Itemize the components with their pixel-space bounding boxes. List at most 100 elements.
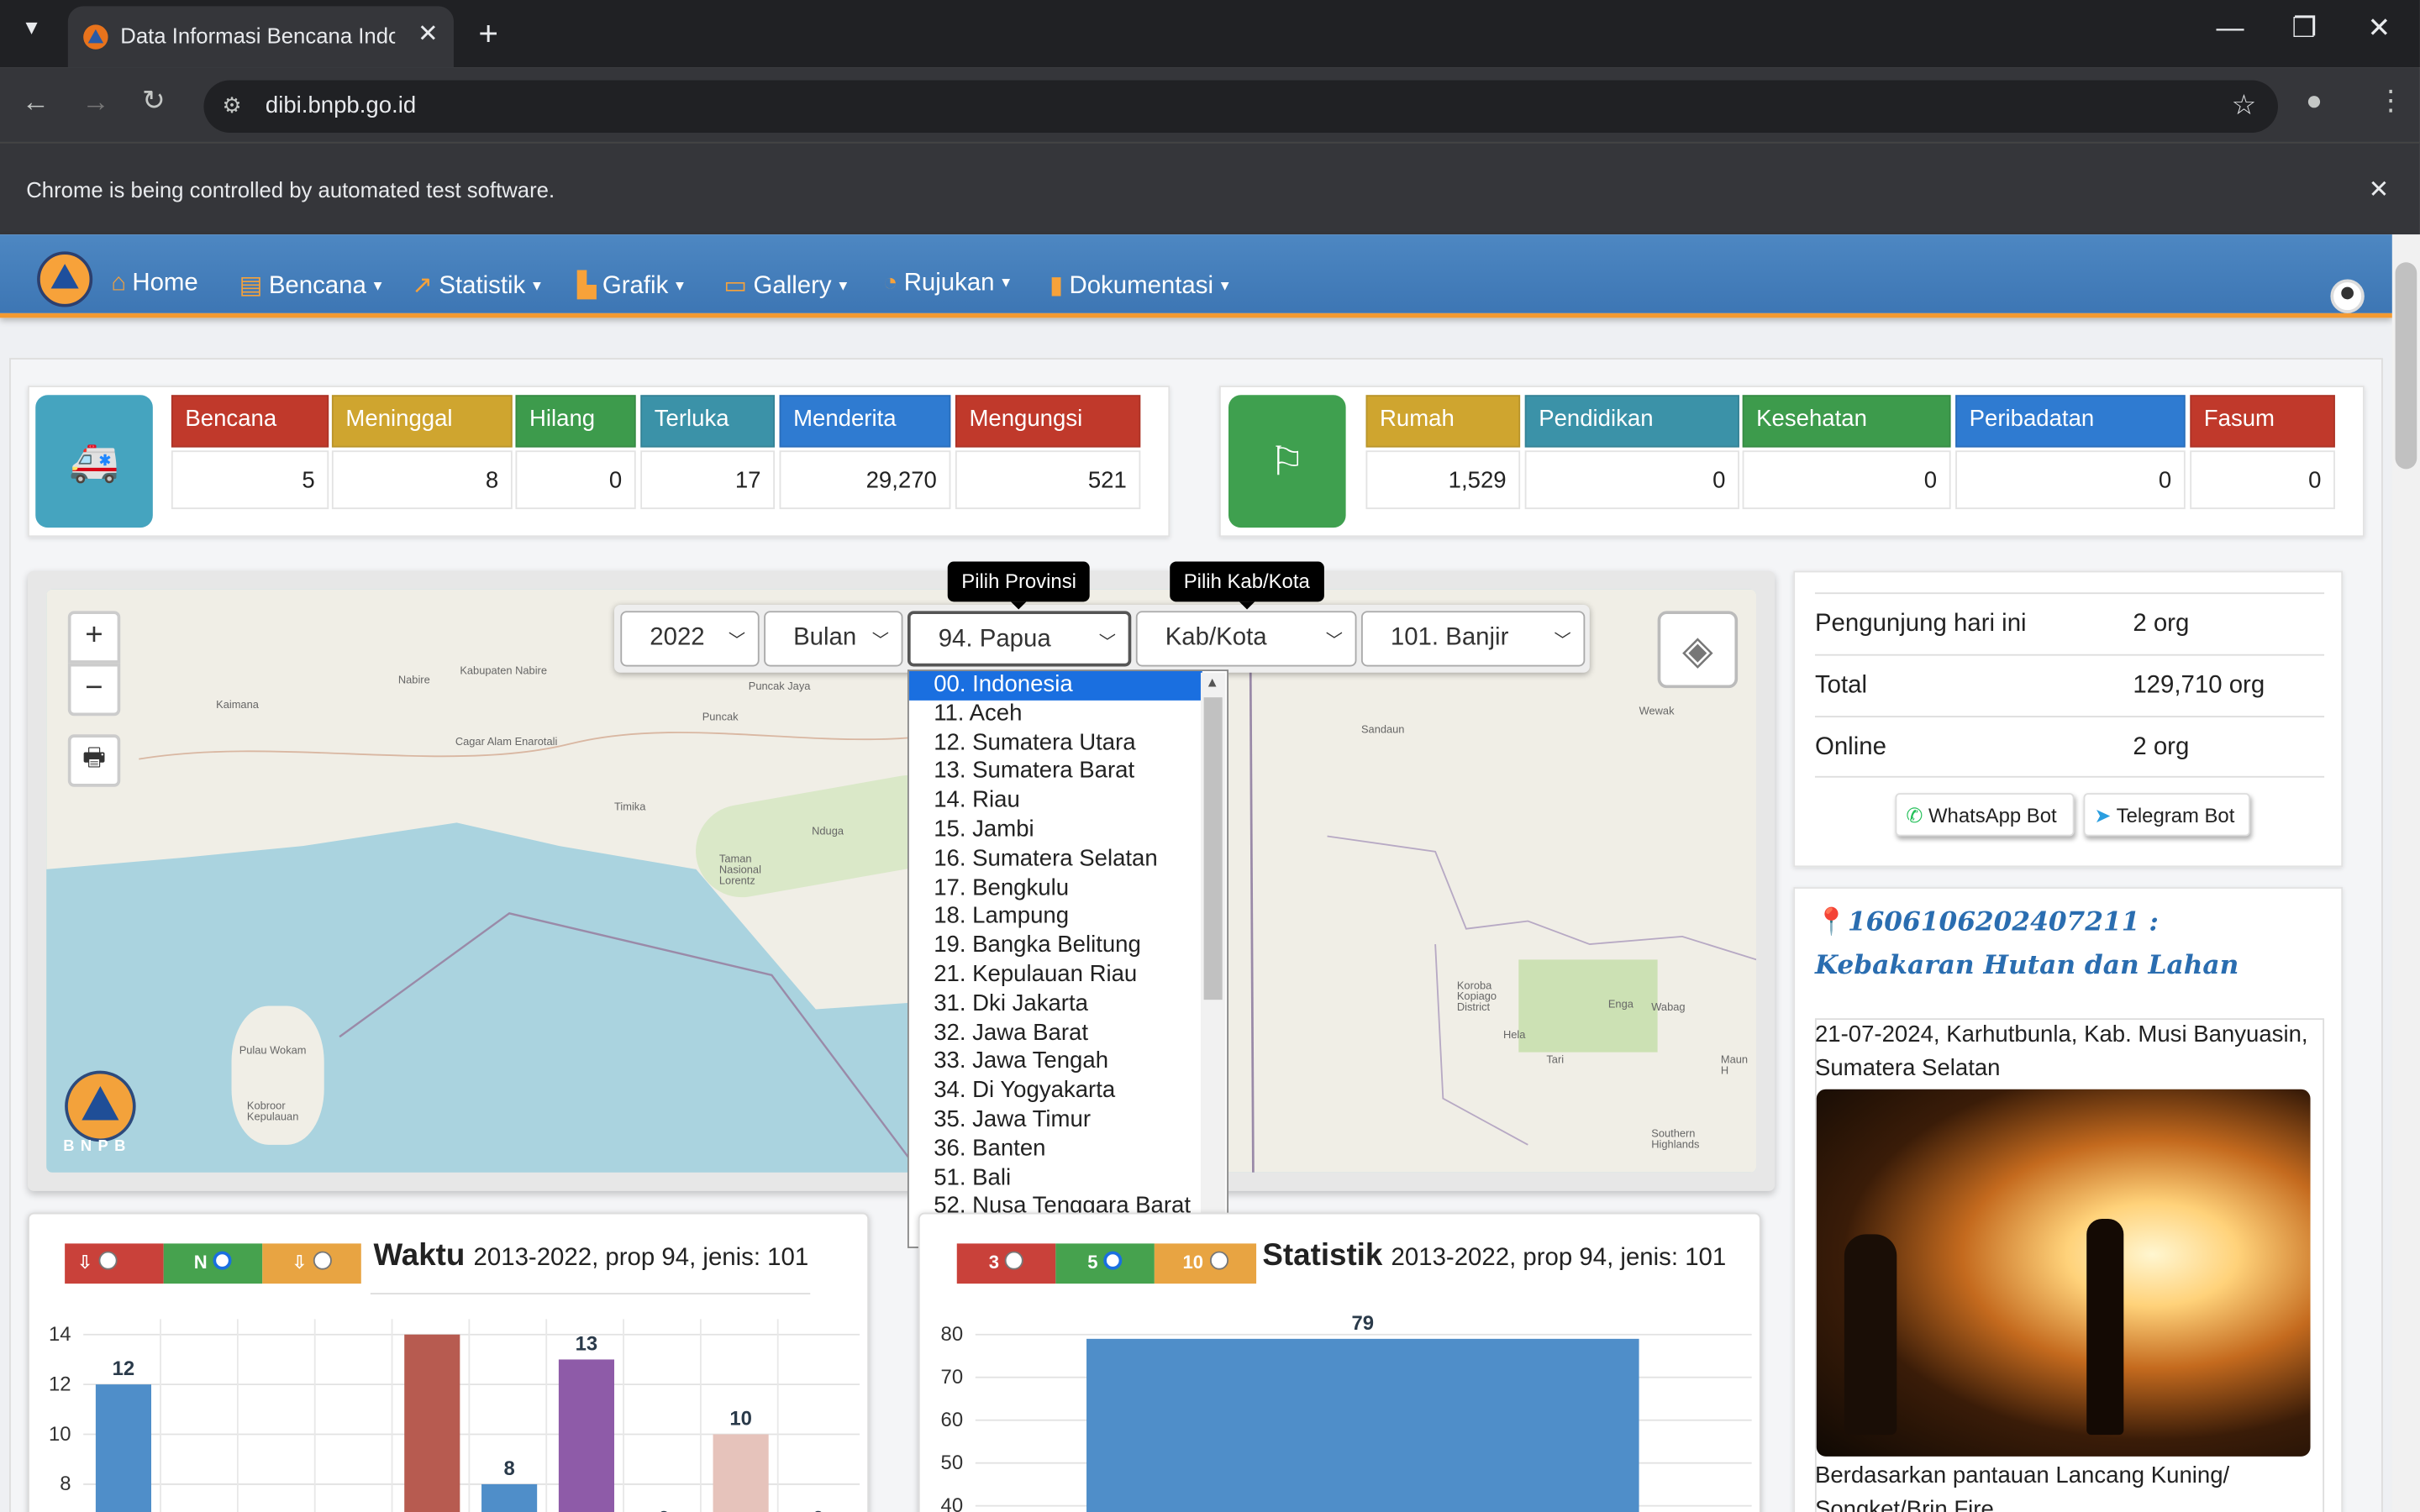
header-terluka: Terluka	[640, 395, 776, 448]
chevron-down-icon: ▼	[371, 277, 385, 293]
whatsapp-bot-button[interactable]: ✆ WhatsApp Bot	[1895, 793, 2075, 837]
print-button[interactable]: 🖶	[67, 734, 121, 787]
monitor-icon: ▭	[723, 273, 748, 300]
map-label: Nabire	[397, 675, 430, 687]
province-select[interactable]: 94. Papua ﹀	[907, 611, 1132, 667]
dropdown-scrollbar-thumb[interactable]	[1203, 697, 1223, 1000]
page-scrollbar-thumb[interactable]	[2395, 262, 2417, 470]
y-tick-label: 40	[941, 1494, 964, 1512]
top-5-button[interactable]: 5	[1055, 1243, 1155, 1284]
bookmark-star-icon[interactable]: ☆	[2232, 90, 2257, 123]
sort-desc-icon: ⇩	[76, 1251, 93, 1273]
layers-icon: ◈	[1682, 625, 1713, 672]
map-label: Timika	[614, 802, 646, 813]
y-tick-label: 8	[60, 1473, 71, 1495]
user-avatar[interactable]	[2330, 279, 2365, 313]
sort-asc-button[interactable]: ⇩	[262, 1243, 361, 1284]
sort-natural-label: N	[193, 1251, 208, 1273]
map-boundaries	[139, 589, 1757, 1173]
layers-button[interactable]: ◈	[1657, 611, 1739, 689]
scroll-up-icon[interactable]: ▲	[1205, 675, 1218, 690]
top-10-button[interactable]: 10	[1154, 1243, 1257, 1284]
browser-tab[interactable]: Data Informasi Bencana Indone ✕	[67, 6, 454, 68]
chevron-down-icon: ▼	[1218, 277, 1232, 293]
nav-dokumentasi[interactable]: ▮ Dokumentasi ▼	[1050, 270, 1232, 301]
disaster-type-select[interactable]: 101. Banjir ﹀	[1360, 611, 1586, 667]
bar-value-label: 10	[729, 1407, 752, 1430]
province-option[interactable]: 21. Kepulauan Riau	[909, 961, 1202, 990]
tab-search-icon[interactable]: ▼	[22, 15, 42, 39]
bnpb-favicon-icon	[83, 24, 108, 50]
province-option[interactable]: 51. Bali	[909, 1164, 1202, 1194]
value-meninggal: 8	[331, 450, 513, 510]
profile-icon[interactable]: ●	[2306, 85, 2323, 118]
province-option[interactable]: 35. Jawa Timur	[909, 1106, 1202, 1136]
map-label: Koroba Kopiago District	[1456, 981, 1497, 1014]
new-tab-icon[interactable]: +	[478, 14, 498, 55]
nav-gallery[interactable]: ▭ Gallery ▼	[723, 270, 850, 301]
restore-icon[interactable]: ❐	[2291, 13, 2317, 45]
chart-bar	[481, 1483, 538, 1512]
zoom-in-button[interactable]: +	[67, 611, 121, 664]
province-option[interactable]: 17. Bengkulu	[909, 874, 1202, 904]
minimize-icon[interactable]: —	[2217, 13, 2244, 45]
nav-statistik[interactable]: ↗ Statistik ▼	[412, 270, 544, 301]
province-option[interactable]: 32. Jawa Barat	[909, 1019, 1202, 1048]
province-option[interactable]: 15. Jambi	[909, 816, 1202, 846]
nav-rujukan-label: Rujukan	[903, 270, 995, 297]
telegram-bot-button[interactable]: ➤ Telegram Bot	[2083, 793, 2250, 837]
month-select[interactable]: Bulan ﹀	[764, 611, 903, 667]
nav-rujukan[interactable]: ◔ Rujukan ▼	[883, 270, 1013, 297]
province-option[interactable]: 13. Sumatera Barat	[909, 759, 1202, 788]
radio-icon	[1005, 1251, 1024, 1270]
header-mengungsi: Mengungsi	[955, 395, 1141, 448]
back-icon[interactable]: ←	[22, 87, 50, 119]
radio-icon	[213, 1251, 233, 1270]
nav-home[interactable]: ⌂ Home	[111, 270, 198, 297]
news-title[interactable]: 📍1606106202407211 : Kebakaran Hutan dan …	[1815, 901, 2324, 988]
forward-icon[interactable]: →	[82, 87, 109, 119]
close-tab-icon[interactable]: ✕	[418, 18, 439, 50]
sort-desc-button[interactable]: ⇩	[65, 1243, 164, 1284]
map-view[interactable]: Nabire Kabupaten Nabire Kaimana Cagar Al…	[46, 589, 1757, 1173]
reload-icon[interactable]: ↻	[142, 85, 166, 118]
province-option[interactable]: 33. Jawa Tengah	[909, 1048, 1202, 1078]
province-option[interactable]: 34. Di Yogyakarta	[909, 1077, 1202, 1106]
close-banner-icon[interactable]: ✕	[2369, 175, 2390, 206]
bnpb-logo[interactable]	[37, 251, 93, 307]
province-dropdown-list[interactable]: 00. Indonesia 11. Aceh 12. Sumatera Utara 1…	[907, 669, 1229, 1248]
province-option[interactable]: 19. Bangka Belitung	[909, 932, 1202, 962]
map-label: Wabag	[1651, 1002, 1686, 1014]
menu-icon[interactable]: ⋮	[2377, 85, 2405, 118]
province-select-value: 94. Papua	[938, 626, 1051, 653]
province-option[interactable]: 00. Indonesia	[908, 670, 1202, 701]
kabkota-tooltip: Pilih Kab/Kota	[1170, 561, 1324, 610]
top-3-button[interactable]: 3	[956, 1243, 1056, 1284]
province-option[interactable]: 11. Aceh	[909, 700, 1202, 729]
site-info-icon[interactable]: ⚙	[222, 92, 241, 118]
zoom-out-button[interactable]: −	[67, 663, 121, 717]
close-window-icon[interactable]: ✕	[2367, 13, 2391, 45]
province-option[interactable]: 14. Riau	[909, 787, 1202, 816]
sort-natural-button[interactable]: N	[163, 1243, 263, 1284]
bar-value-label: 6	[658, 1507, 669, 1512]
province-option[interactable]: 18. Lampung	[909, 903, 1202, 932]
value-hilang: 0	[515, 450, 636, 510]
chart-waktu-divider	[370, 1293, 811, 1294]
y-tick-label: 12	[49, 1373, 71, 1395]
province-option[interactable]: 16. Sumatera Selatan	[909, 845, 1202, 874]
chart-waktu-title-text: Waktu	[373, 1238, 466, 1273]
rss-icon: ◔	[882, 270, 898, 297]
year-select[interactable]: 2022 ﹀	[620, 611, 760, 667]
top-5-label: 5	[1087, 1251, 1098, 1273]
nav-bencana[interactable]: ▤ Bencana ▼	[239, 270, 385, 301]
line-chart-icon: ↗	[412, 273, 434, 300]
omnibox[interactable]: ⚙ dibi.bnpb.go.id ☆	[203, 80, 2278, 133]
map-label: Pulau Wokam	[239, 1046, 307, 1058]
kabkota-select[interactable]: Kab/Kota ﹀	[1135, 611, 1357, 667]
nav-grafik[interactable]: ▙ Grafik ▼	[577, 270, 687, 301]
y-tick-label: 10	[49, 1423, 71, 1446]
province-option[interactable]: 31. Dki Jakarta	[909, 990, 1202, 1020]
province-option[interactable]: 36. Banten	[909, 1135, 1202, 1164]
province-option[interactable]: 12. Sumatera Utara	[909, 729, 1202, 759]
